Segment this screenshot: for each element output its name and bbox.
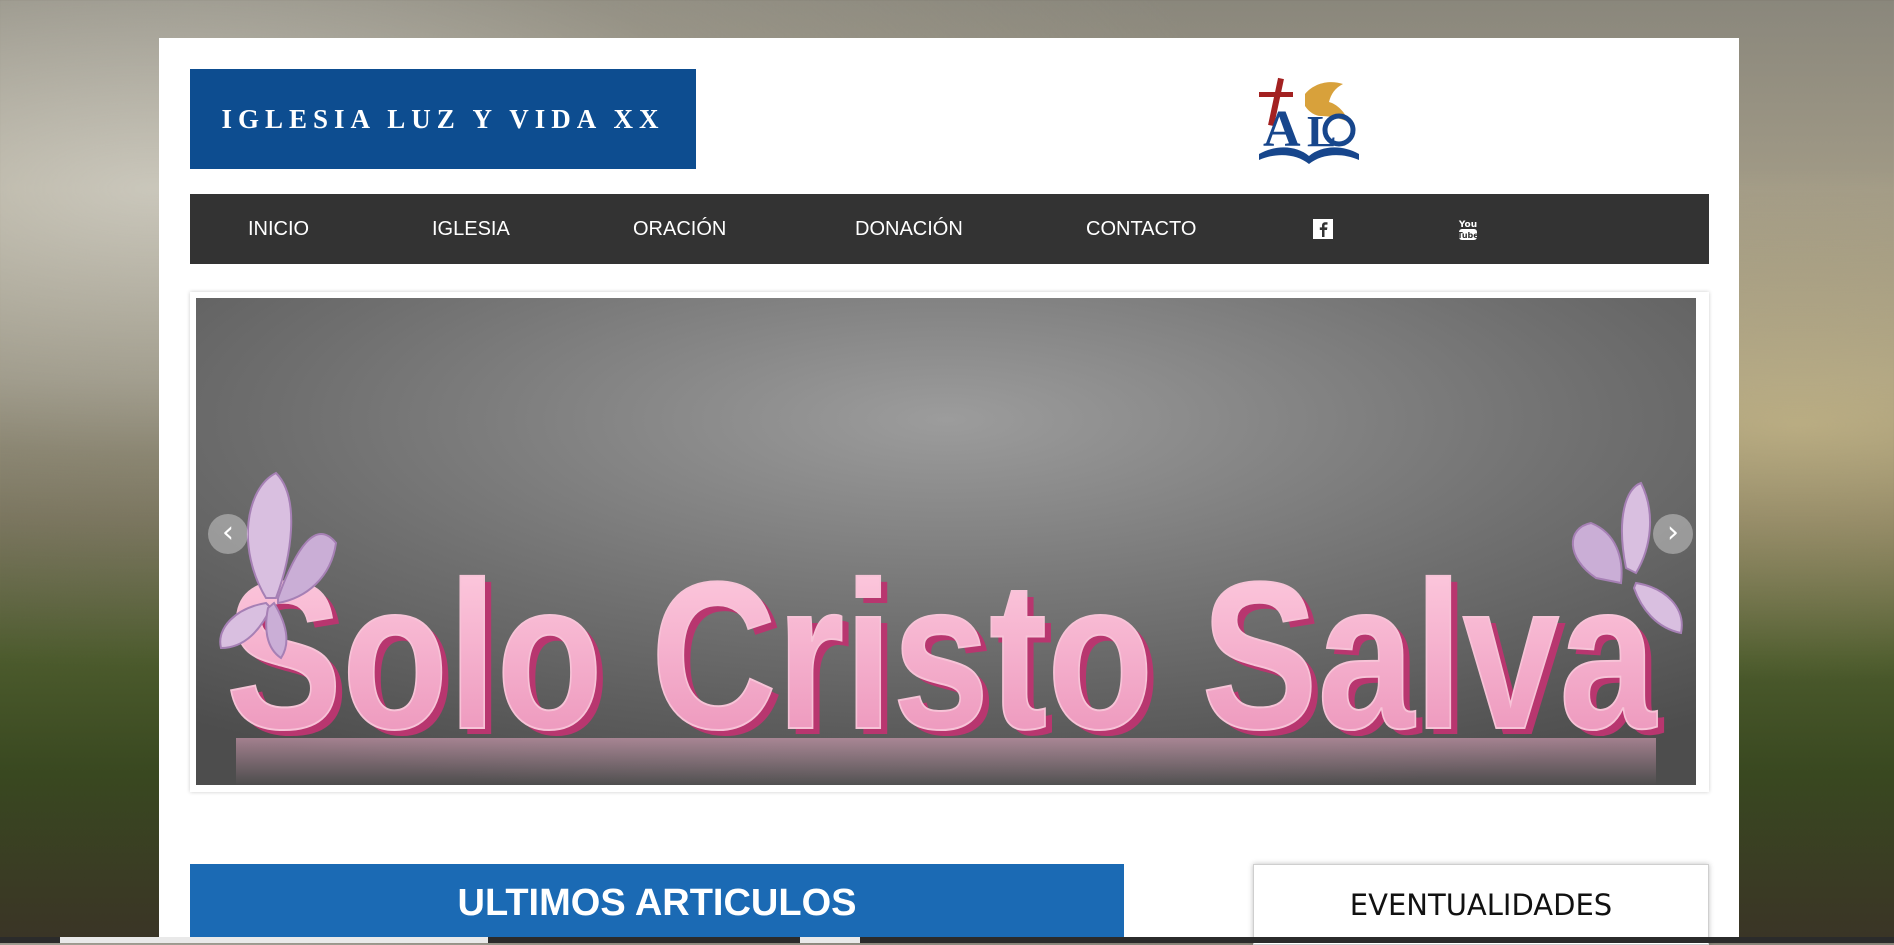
slider-prev-button[interactable]: ‹ [208, 514, 248, 554]
nav-item-iglesia[interactable]: IGLESIA [432, 194, 510, 264]
slider-next-button[interactable]: › [1653, 514, 1693, 554]
events-box: EVENTUALIDADES [1253, 864, 1709, 945]
church-logo-icon[interactable]: A L [1253, 72, 1365, 168]
events-title: EVENTUALIDADES [1349, 887, 1613, 922]
bottom-bar-segment [800, 937, 860, 943]
bottom-bar [0, 937, 1894, 943]
hero-slide-image: Solo Cristo Salva Solo Cristo Salva [196, 298, 1696, 785]
bottom-bar-segment [60, 937, 488, 943]
chevron-left-icon: ‹ [222, 515, 234, 550]
chevron-right-icon: › [1667, 515, 1679, 550]
facebook-icon[interactable] [1312, 218, 1334, 240]
nav-item-contacto[interactable]: CONTACTO [1086, 194, 1196, 264]
nav-item-donacion[interactable]: DONACIÓN [855, 194, 963, 264]
page-container: IGLESIA LUZ Y VIDA XX A L INICIO IGLESIA… [159, 38, 1739, 945]
latest-articles-header: ULTIMOS ARTICULOS [190, 864, 1124, 943]
svg-text:Tube: Tube [1457, 231, 1479, 240]
main-nav: INICIO IGLESIA ORACIÓN DONACIÓN CONTACTO… [190, 194, 1709, 264]
hero-slider: Solo Cristo Salva Solo Cristo Salva ‹ › [190, 292, 1709, 792]
slide-text: Solo Cristo Salva [226, 538, 1658, 773]
latest-articles-title: ULTIMOS ARTICULOS [457, 882, 857, 924]
nav-item-oracion[interactable]: ORACIÓN [633, 194, 726, 264]
site-title: IGLESIA LUZ Y VIDA XX [221, 103, 665, 134]
youtube-icon[interactable]: You Tube [1457, 218, 1479, 240]
nav-item-inicio[interactable]: INICIO [248, 194, 309, 264]
site-title-box[interactable]: IGLESIA LUZ Y VIDA XX [190, 69, 696, 169]
svg-text:You: You [1458, 220, 1477, 230]
